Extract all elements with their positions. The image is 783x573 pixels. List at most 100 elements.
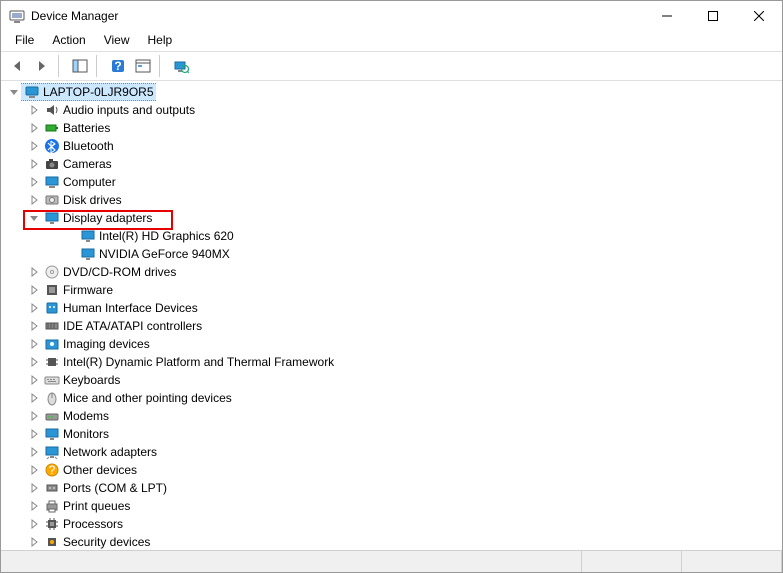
tree-category-node[interactable]: Computer: [1, 173, 782, 191]
tree-category-node[interactable]: Processors: [1, 515, 782, 533]
forward-button[interactable]: [30, 54, 54, 78]
tree-category-node[interactable]: Cameras: [1, 155, 782, 173]
chevron-right-icon[interactable]: [27, 409, 41, 423]
network-icon: [44, 444, 60, 460]
ide-icon: [44, 318, 60, 334]
toolbar-separator: [159, 55, 165, 77]
tree-category-node[interactable]: IDE ATA/ATAPI controllers: [1, 317, 782, 335]
tree-category-node[interactable]: Network adapters: [1, 443, 782, 461]
hid-icon: [44, 300, 60, 316]
tree-category-node[interactable]: Mice and other pointing devices: [1, 389, 782, 407]
category-label: Batteries: [63, 121, 110, 135]
minimize-button[interactable]: [644, 1, 690, 31]
tree-category-node[interactable]: Display adapters: [1, 209, 782, 227]
tree-category-node[interactable]: Keyboards: [1, 371, 782, 389]
expander-spacer: [63, 229, 77, 243]
tree-device-node[interactable]: NVIDIA GeForce 940MX: [1, 245, 782, 263]
device-label: Intel(R) HD Graphics 620: [99, 229, 234, 243]
category-label: Other devices: [63, 463, 137, 477]
tree-category-node[interactable]: Batteries: [1, 119, 782, 137]
category-label: Firmware: [63, 283, 113, 297]
category-label: Mice and other pointing devices: [63, 391, 232, 405]
help-button[interactable]: ?: [106, 54, 130, 78]
category-label: Security devices: [63, 535, 150, 549]
menu-bar: File Action View Help: [1, 31, 782, 51]
processor-icon: [44, 516, 60, 532]
tree-device-node[interactable]: Intel(R) HD Graphics 620: [1, 227, 782, 245]
chevron-right-icon[interactable]: [27, 445, 41, 459]
scan-hardware-button[interactable]: [169, 54, 193, 78]
tree-category-node[interactable]: Security devices: [1, 533, 782, 550]
category-label: Computer: [63, 175, 116, 189]
chevron-right-icon[interactable]: [27, 391, 41, 405]
tree-category-node[interactable]: Intel(R) Dynamic Platform and Thermal Fr…: [1, 353, 782, 371]
device-tree[interactable]: LAPTOP-0LJR9OR5Audio inputs and outputs B…: [1, 81, 782, 550]
chevron-right-icon[interactable]: [27, 427, 41, 441]
tree-category-node[interactable]: Imaging devices: [1, 335, 782, 353]
mouse-icon: [44, 390, 60, 406]
chevron-right-icon[interactable]: [27, 103, 41, 117]
tree-category-node[interactable]: Disk drives: [1, 191, 782, 209]
chevron-down-icon[interactable]: [7, 85, 21, 99]
category-label: Keyboards: [63, 373, 120, 387]
svg-text:?: ?: [49, 463, 56, 477]
tree-category-node[interactable]: Modems: [1, 407, 782, 425]
display-icon: [44, 210, 60, 226]
chevron-right-icon[interactable]: [27, 481, 41, 495]
menu-view[interactable]: View: [96, 31, 138, 51]
category-label: Bluetooth: [63, 139, 114, 153]
back-button[interactable]: [5, 54, 29, 78]
chevron-right-icon[interactable]: [27, 517, 41, 531]
chevron-down-icon[interactable]: [27, 211, 41, 225]
tree-category-node[interactable]: DVD/CD-ROM drives: [1, 263, 782, 281]
menu-action[interactable]: Action: [44, 31, 93, 51]
other-icon: ?: [44, 462, 60, 478]
printer-icon: [44, 498, 60, 514]
chevron-right-icon[interactable]: [27, 193, 41, 207]
category-label: IDE ATA/ATAPI controllers: [63, 319, 202, 333]
tree-root-node[interactable]: LAPTOP-0LJR9OR5: [1, 83, 782, 101]
toolbar: ?: [1, 51, 782, 81]
tree-category-node[interactable]: Ports (COM & LPT): [1, 479, 782, 497]
toolbar-separator: [58, 55, 64, 77]
tree-category-node[interactable]: ? Other devices: [1, 461, 782, 479]
properties-button[interactable]: [131, 54, 155, 78]
chip-icon: [44, 354, 60, 370]
tree-category-node[interactable]: Human Interface Devices: [1, 299, 782, 317]
menu-file[interactable]: File: [7, 31, 42, 51]
window-title: Device Manager: [31, 9, 644, 23]
tree-category-node[interactable]: Firmware: [1, 281, 782, 299]
category-label: Disk drives: [63, 193, 122, 207]
window-controls: [644, 1, 782, 31]
chevron-right-icon[interactable]: [27, 499, 41, 513]
chevron-right-icon[interactable]: [27, 157, 41, 171]
port-icon: [44, 480, 60, 496]
category-label: Print queues: [63, 499, 130, 513]
firmware-icon: [44, 282, 60, 298]
tree-category-node[interactable]: Monitors: [1, 425, 782, 443]
chevron-right-icon[interactable]: [27, 175, 41, 189]
tree-category-node[interactable]: Bluetooth: [1, 137, 782, 155]
speaker-icon: [44, 102, 60, 118]
show-hide-console-tree-button[interactable]: [68, 54, 92, 78]
security-icon: [44, 534, 60, 550]
tree-category-node[interactable]: Audio inputs and outputs: [1, 101, 782, 119]
expander-spacer: [63, 247, 77, 261]
chevron-right-icon[interactable]: [27, 535, 41, 549]
chevron-right-icon[interactable]: [27, 463, 41, 477]
display-icon: [80, 246, 96, 262]
chevron-right-icon[interactable]: [27, 301, 41, 315]
chevron-right-icon[interactable]: [27, 265, 41, 279]
close-button[interactable]: [736, 1, 782, 31]
chevron-right-icon[interactable]: [27, 139, 41, 153]
maximize-button[interactable]: [690, 1, 736, 31]
chevron-right-icon[interactable]: [27, 337, 41, 351]
chevron-right-icon[interactable]: [27, 319, 41, 333]
menu-help[interactable]: Help: [140, 31, 181, 51]
chevron-right-icon[interactable]: [27, 373, 41, 387]
chevron-right-icon[interactable]: [27, 283, 41, 297]
computer-icon: [24, 84, 40, 100]
chevron-right-icon[interactable]: [27, 121, 41, 135]
chevron-right-icon[interactable]: [27, 355, 41, 369]
tree-category-node[interactable]: Print queues: [1, 497, 782, 515]
